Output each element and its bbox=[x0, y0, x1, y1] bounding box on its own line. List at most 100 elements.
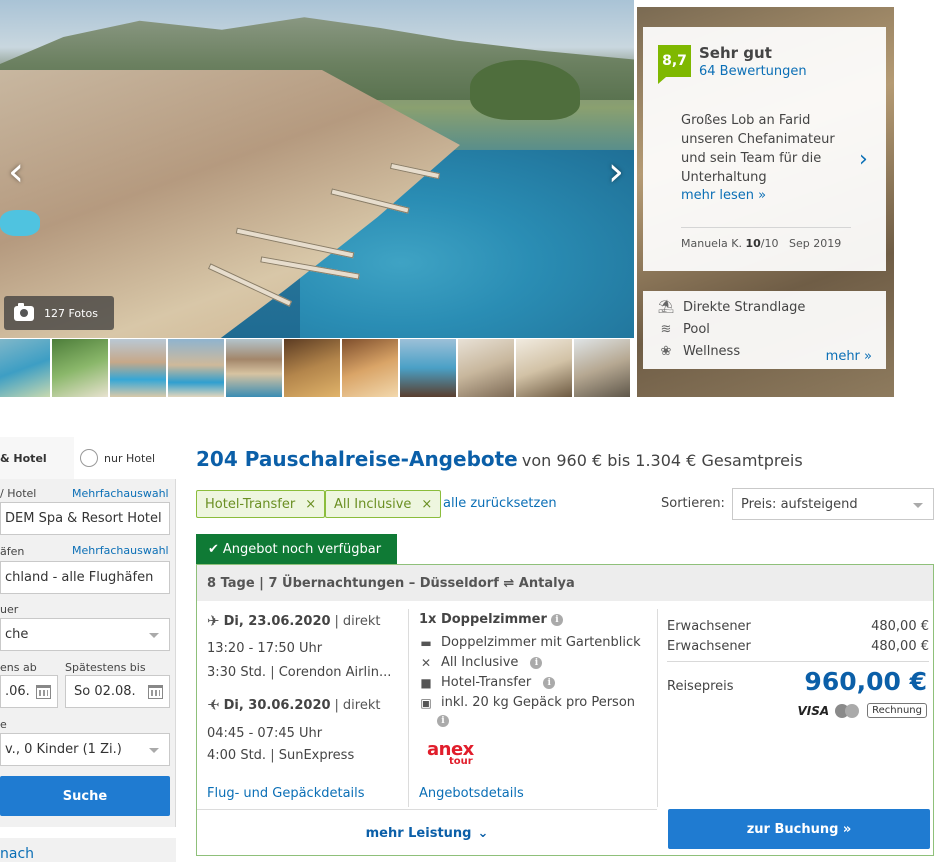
photos-count: 127 Fotos bbox=[44, 306, 98, 320]
column-divider bbox=[408, 609, 409, 807]
hotel-photo-gallery[interactable]: ‹ › 127 Fotos bbox=[0, 0, 634, 338]
feature-label: Pool bbox=[683, 322, 710, 337]
filter-chip-transfer: Hotel-Transfer × bbox=[196, 490, 326, 518]
review-divider bbox=[681, 227, 851, 228]
review-author-score: 10 bbox=[745, 237, 761, 250]
price-row-value: 480,00 € bbox=[871, 619, 929, 634]
info-icon[interactable]: i bbox=[530, 656, 543, 669]
bus-icon: ■ bbox=[420, 675, 432, 690]
lotus-icon: ❀ bbox=[660, 344, 672, 359]
thumbnail[interactable] bbox=[516, 339, 572, 397]
return-type: direkt bbox=[342, 697, 381, 713]
feature-label: Wellness bbox=[683, 344, 741, 359]
chevron-down-icon bbox=[913, 503, 923, 508]
flight-details-link[interactable]: Flug- und Gepäckdetails bbox=[207, 786, 365, 801]
filter-chip-all-inclusive: All Inclusive × bbox=[325, 490, 442, 518]
thumbnail[interactable] bbox=[168, 339, 224, 397]
earliest-date-field[interactable]: .06. bbox=[0, 675, 58, 708]
info-icon[interactable]: i bbox=[543, 676, 556, 689]
latest-date-value: So 02.08. bbox=[74, 684, 136, 699]
info-icon[interactable]: i bbox=[437, 715, 449, 727]
return-date: Di, 30.06.2020 bbox=[223, 697, 331, 713]
filter-chip-label: All Inclusive bbox=[334, 496, 412, 512]
outbound-type: direkt bbox=[342, 613, 381, 629]
hotel-only-radio[interactable] bbox=[80, 449, 98, 467]
filter-chip-label: Hotel-Transfer bbox=[205, 496, 296, 512]
next-review-button[interactable]: › bbox=[859, 147, 868, 172]
camera-icon bbox=[14, 302, 34, 321]
info-icon[interactable]: i bbox=[550, 613, 563, 626]
amenity-board: ✕ All Inclusive i bbox=[419, 655, 543, 670]
visa-icon: VISA bbox=[797, 703, 830, 718]
beach-icon: ⛱ bbox=[657, 300, 675, 315]
sort-select[interactable]: Preis: aufsteigend bbox=[732, 488, 934, 520]
thumbnail[interactable] bbox=[110, 339, 166, 397]
hotel-field[interactable]: DEM Spa & Resort Hotel bbox=[0, 502, 170, 535]
availability-label: Angebot noch verfügbar bbox=[222, 541, 382, 557]
rating-score-badge: 8,7 bbox=[658, 45, 691, 84]
review-author: Manuela K. bbox=[681, 237, 742, 250]
operator-logo-bottom: tour bbox=[449, 756, 473, 767]
read-more-link[interactable]: mehr lesen » bbox=[681, 188, 766, 203]
reset-filters-link[interactable]: alle zurücksetzen bbox=[443, 496, 557, 511]
hotel-multiselect-link[interactable]: Mehrfachauswahl bbox=[72, 487, 169, 500]
review-card: 8,7 Sehr gut 64 Bewertungen Großes Lob a… bbox=[643, 27, 886, 271]
duration-field-label: uer bbox=[0, 603, 19, 616]
calendar-icon bbox=[36, 685, 51, 699]
close-icon[interactable]: × bbox=[305, 497, 316, 512]
thumbnail[interactable] bbox=[284, 339, 340, 397]
bed-icon: ▬ bbox=[420, 635, 432, 650]
airport-multiselect-link[interactable]: Mehrfachauswahl bbox=[72, 544, 169, 557]
amenity-label: Doppelzimmer mit Gartenblick bbox=[441, 635, 641, 650]
close-icon[interactable]: × bbox=[421, 497, 432, 512]
offer-header: 8 Tage | 7 Übernachtungen – Düsseldorf ⇌… bbox=[197, 565, 933, 601]
all-photos-button[interactable]: 127 Fotos bbox=[4, 296, 114, 330]
thumbnail[interactable] bbox=[400, 339, 456, 397]
mastercard-icon bbox=[835, 703, 861, 718]
thumbnail[interactable] bbox=[458, 339, 514, 397]
offer-details-link[interactable]: Angebotsdetails bbox=[419, 786, 524, 801]
chevron-down-icon: ⌄ bbox=[477, 825, 489, 841]
hotel-features-card: ⛱ Direkte Strandlage ≋ Pool ❀ Wellness m… bbox=[643, 291, 886, 369]
price-row-value: 480,00 € bbox=[871, 639, 929, 654]
operator-logo: anex tour bbox=[427, 741, 474, 767]
tab-label: nur Hotel bbox=[104, 451, 156, 465]
price-row-label: Erwachsener bbox=[667, 639, 751, 654]
price-row-adult: Erwachsener 480,00 € bbox=[667, 619, 929, 634]
tab-hotel-only[interactable]: nur Hotel bbox=[74, 437, 176, 479]
tab-flight-hotel[interactable]: & Hotel bbox=[0, 437, 74, 479]
more-services-link[interactable]: mehr Leistung ⌄ bbox=[366, 826, 489, 841]
earliest-date-value: .06. bbox=[5, 684, 30, 699]
gallery-next-button[interactable]: › bbox=[602, 150, 630, 194]
feature-label: Direkte Strandlage bbox=[683, 300, 806, 315]
return-duration: 4:00 Std. bbox=[207, 748, 267, 763]
thumbnail[interactable] bbox=[52, 339, 108, 397]
payment-methods: VISA Rechnung bbox=[797, 703, 927, 718]
amenity-room: ▬ Doppelzimmer mit Gartenblick bbox=[419, 635, 641, 650]
thumbnail[interactable] bbox=[226, 339, 282, 397]
search-button[interactable]: Suche bbox=[0, 776, 170, 816]
feature-wellness: ❀ Wellness bbox=[657, 344, 741, 359]
latest-date-field[interactable]: So 02.08. bbox=[65, 675, 170, 708]
airport-field[interactable]: chland - alle Flughäfen bbox=[0, 561, 170, 594]
book-button[interactable]: zur Buchung » bbox=[668, 809, 930, 849]
thumbnail[interactable] bbox=[0, 339, 50, 397]
review-meta: Manuela K. 10/10 Sep 2019 bbox=[681, 237, 841, 250]
outbound-date: Di, 23.06.2020 bbox=[223, 613, 331, 629]
latest-date-label: Spätestens bis bbox=[65, 661, 146, 674]
return-time: 04:45 - 07:45 Uhr bbox=[207, 726, 323, 741]
cutlery-icon: ✕ bbox=[420, 655, 432, 670]
gallery-prev-button[interactable]: ‹ bbox=[2, 150, 30, 194]
travelers-select[interactable]: v., 0 Kinder (1 Zi.) bbox=[0, 733, 170, 766]
airport-field-label: äfen bbox=[0, 545, 25, 558]
thumbnail[interactable] bbox=[342, 339, 398, 397]
features-more-link[interactable]: mehr » bbox=[826, 349, 872, 364]
outbound-duration: 3:30 Std. bbox=[207, 665, 267, 680]
more-services-row: mehr Leistung ⌄ bbox=[197, 809, 657, 856]
sidebar-bottom-link[interactable]: nach bbox=[0, 838, 176, 862]
thumbnail[interactable] bbox=[574, 339, 630, 397]
duration-select[interactable]: che bbox=[0, 618, 170, 651]
review-date: Sep 2019 bbox=[788, 237, 842, 250]
review-count-link[interactable]: 64 Bewertungen bbox=[699, 64, 807, 79]
price-divider bbox=[667, 661, 929, 662]
